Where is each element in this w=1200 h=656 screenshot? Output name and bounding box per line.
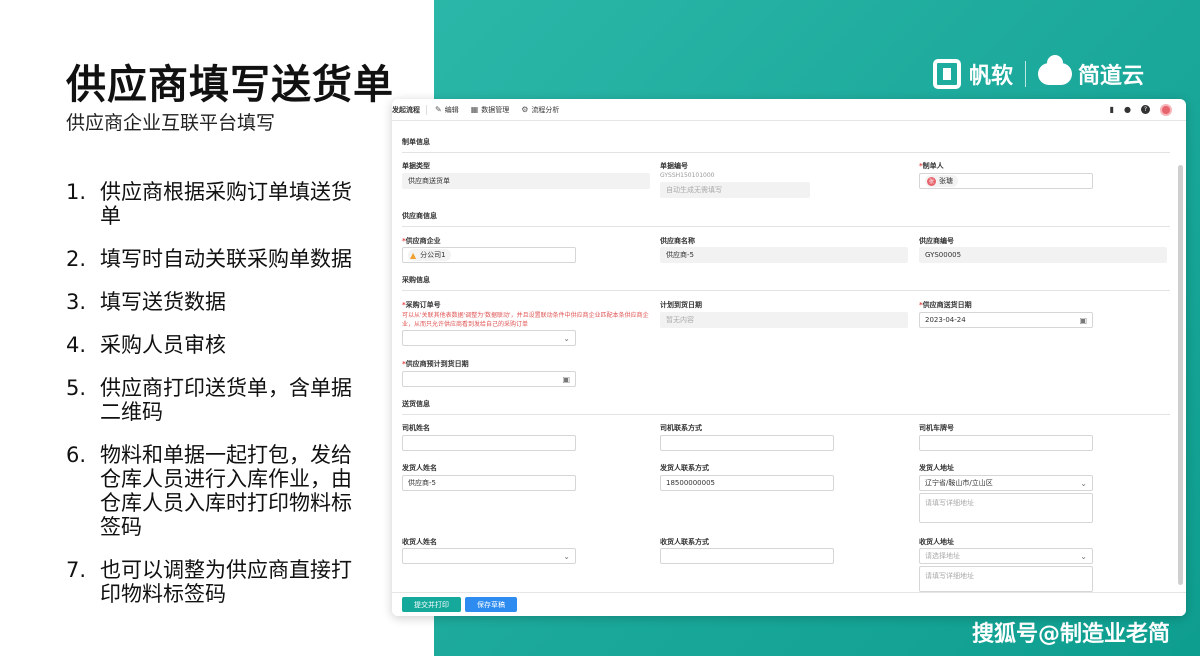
chevron-down-icon: ⌄ bbox=[1080, 551, 1087, 561]
receiver-address-detail[interactable]: 请填写详细地址 bbox=[919, 566, 1093, 592]
plan-date-field: 暂无内容 bbox=[660, 312, 908, 328]
book-icon[interactable]: ▮ bbox=[1110, 105, 1114, 114]
receiver-name-label: 收货人姓名 bbox=[402, 538, 437, 546]
toolbar: 发起流程 ✎ 编辑 ▦ 数据管理 ⚙ 流程分析 ▮ ● ? bbox=[392, 99, 1186, 121]
step-item: 6. 物料和单据一起打包，发给仓库人员进行入库作业，由仓库人员入库时打印物料标签码 bbox=[66, 443, 352, 539]
section-doc-info: 制单信息 bbox=[402, 137, 1170, 153]
scrollbar[interactable] bbox=[1178, 165, 1183, 585]
brand-logos: 帆软 简道云 bbox=[932, 55, 1144, 90]
doc-no-code: GYSSH150101000 bbox=[660, 172, 715, 179]
grid-icon: ▦ bbox=[470, 105, 479, 114]
driver-contact-input[interactable] bbox=[660, 435, 834, 451]
save-draft-button[interactable]: 保存草稿 bbox=[465, 597, 517, 612]
supplier-name-field: 供应商-5 bbox=[660, 247, 908, 263]
sender-contact-input[interactable]: 18500000005 bbox=[660, 475, 834, 491]
sender-contact-label: 发货人联系方式 bbox=[660, 464, 709, 472]
plan-date-label: 计划到货日期 bbox=[660, 301, 702, 309]
step-item: 5. 供应商打印送货单，含单据二维码 bbox=[66, 376, 352, 424]
process-analysis-button[interactable]: ⚙ 流程分析 bbox=[521, 105, 559, 115]
receiver-name-select[interactable]: ⌄ bbox=[402, 548, 576, 564]
doc-type-label: 单据类型 bbox=[402, 162, 430, 170]
calendar-icon: ▣ bbox=[1079, 315, 1087, 325]
avatar[interactable] bbox=[1160, 103, 1172, 116]
step-item: 3. 填写送货数据 bbox=[66, 290, 226, 314]
doc-no-field: 自动生成无需填写 bbox=[660, 182, 810, 198]
pencil-icon: ✎ bbox=[435, 105, 442, 114]
supplier-code-field: GYS00005 bbox=[919, 247, 1167, 263]
fanruan-logo-icon bbox=[932, 59, 961, 89]
org-icon: ▲ bbox=[410, 250, 417, 260]
po-no-select[interactable]: ⌄ bbox=[402, 330, 576, 346]
section-delivery-info: 送货信息 bbox=[402, 399, 1170, 415]
bell-icon[interactable]: ● bbox=[1124, 105, 1131, 114]
creator-field[interactable]: 张张瑭 bbox=[919, 173, 1093, 189]
data-manage-button[interactable]: ▦ 数据管理 bbox=[471, 105, 510, 115]
brand-name-jiandaoyun: 简道云 bbox=[1077, 64, 1144, 89]
driver-contact-label: 司机联系方式 bbox=[660, 424, 702, 432]
sender-address-label: 发货人地址 bbox=[919, 464, 954, 472]
slide-subtitle: 供应商企业互联平台填写 bbox=[66, 112, 276, 134]
plate-no-input[interactable] bbox=[919, 435, 1093, 451]
step-item: 7. 也可以调整为供应商直接打印物料标签码 bbox=[66, 558, 352, 606]
brand-name-fanruan: 帆软 bbox=[968, 64, 1013, 89]
sender-name-label: 发货人姓名 bbox=[402, 464, 437, 472]
calendar-icon: ▣ bbox=[562, 374, 570, 384]
step-item: 4. 采购人员审核 bbox=[66, 333, 226, 357]
flow-icon: ⚙ bbox=[521, 105, 529, 114]
supplier-code-label: 供应商编号 bbox=[919, 237, 954, 245]
creator-avatar: 张 bbox=[927, 176, 936, 186]
cloud-logo-icon bbox=[1037, 55, 1072, 85]
supplier-name-label: 供应商名称 bbox=[660, 237, 695, 245]
section-supplier-info: 供应商信息 bbox=[402, 211, 1170, 227]
chevron-down-icon: ⌄ bbox=[563, 333, 570, 343]
ship-date-label: *供应商送货日期 bbox=[919, 301, 972, 309]
sender-address-detail[interactable]: 请填写详细地址 bbox=[919, 493, 1093, 523]
receiver-address-select[interactable]: 请选择地址 ⌄ bbox=[919, 548, 1093, 564]
step-item: 1. 供应商根据采购订单填送货单 bbox=[66, 180, 352, 228]
ship-date-field[interactable]: 2023-04-24 ▣ bbox=[919, 312, 1093, 328]
form-footer: 提交并打印 保存草稿 bbox=[392, 592, 1186, 616]
watermark: 搜狐号@制造业老简 bbox=[971, 622, 1170, 647]
chevron-down-icon: ⌄ bbox=[563, 551, 570, 561]
supplier-company-label: *供应商企业 bbox=[402, 237, 441, 245]
submit-print-button[interactable]: 提交并打印 bbox=[402, 597, 461, 612]
po-no-hint: 可以从'关联其他表数据'调整为'数据联动'，并且设置联动条件中供应商企业匹配本条… bbox=[402, 312, 649, 328]
chevron-down-icon: ⌄ bbox=[1080, 478, 1087, 488]
receiver-contact-label: 收货人联系方式 bbox=[660, 538, 709, 546]
plate-no-label: 司机车牌号 bbox=[919, 424, 954, 432]
steps-list: 1. 供应商根据采购订单填送货单 2. 填写时自动关联采购单数据 3. 填写送货数据 … bbox=[66, 180, 366, 625]
form-body: 制单信息 单据类型 供应商送货单 单据编号 GYSSH150101000 自动生… bbox=[392, 121, 1172, 592]
tab-start-process[interactable]: 发起流程 bbox=[392, 104, 427, 115]
expected-date-label: *供应商预计到货日期 bbox=[402, 360, 469, 368]
receiver-address-label: 收货人地址 bbox=[919, 538, 954, 546]
po-no-label: *采购订单号 bbox=[402, 301, 441, 309]
sender-address-select[interactable]: 辽宁省/鞍山市/立山区 ⌄ bbox=[919, 475, 1093, 491]
app-window: 发起流程 ✎ 编辑 ▦ 数据管理 ⚙ 流程分析 ▮ ● ? 制单信息 单据类型 供应商… bbox=[392, 99, 1186, 616]
slide-title: 供应商填写送货单 bbox=[66, 62, 394, 108]
supplier-company-field[interactable]: ▲ 分公司1 bbox=[402, 247, 576, 263]
expected-date-field[interactable]: ▣ bbox=[402, 371, 576, 387]
receiver-contact-input[interactable] bbox=[660, 548, 834, 564]
edit-button[interactable]: ✎ 编辑 bbox=[435, 105, 459, 115]
doc-type-field: 供应商送货单 bbox=[402, 173, 650, 189]
section-purchase-info: 采购信息 bbox=[402, 275, 1170, 291]
driver-name-input[interactable] bbox=[402, 435, 576, 451]
creator-label: *制单人 bbox=[919, 162, 944, 170]
help-icon[interactable]: ? bbox=[1141, 105, 1150, 114]
step-item: 2. 填写时自动关联采购单数据 bbox=[66, 247, 352, 271]
doc-no-label: 单据编号 bbox=[660, 162, 688, 170]
brand-divider bbox=[1024, 61, 1026, 87]
driver-name-label: 司机姓名 bbox=[402, 424, 430, 432]
sender-name-input[interactable]: 供应商-5 bbox=[402, 475, 576, 491]
